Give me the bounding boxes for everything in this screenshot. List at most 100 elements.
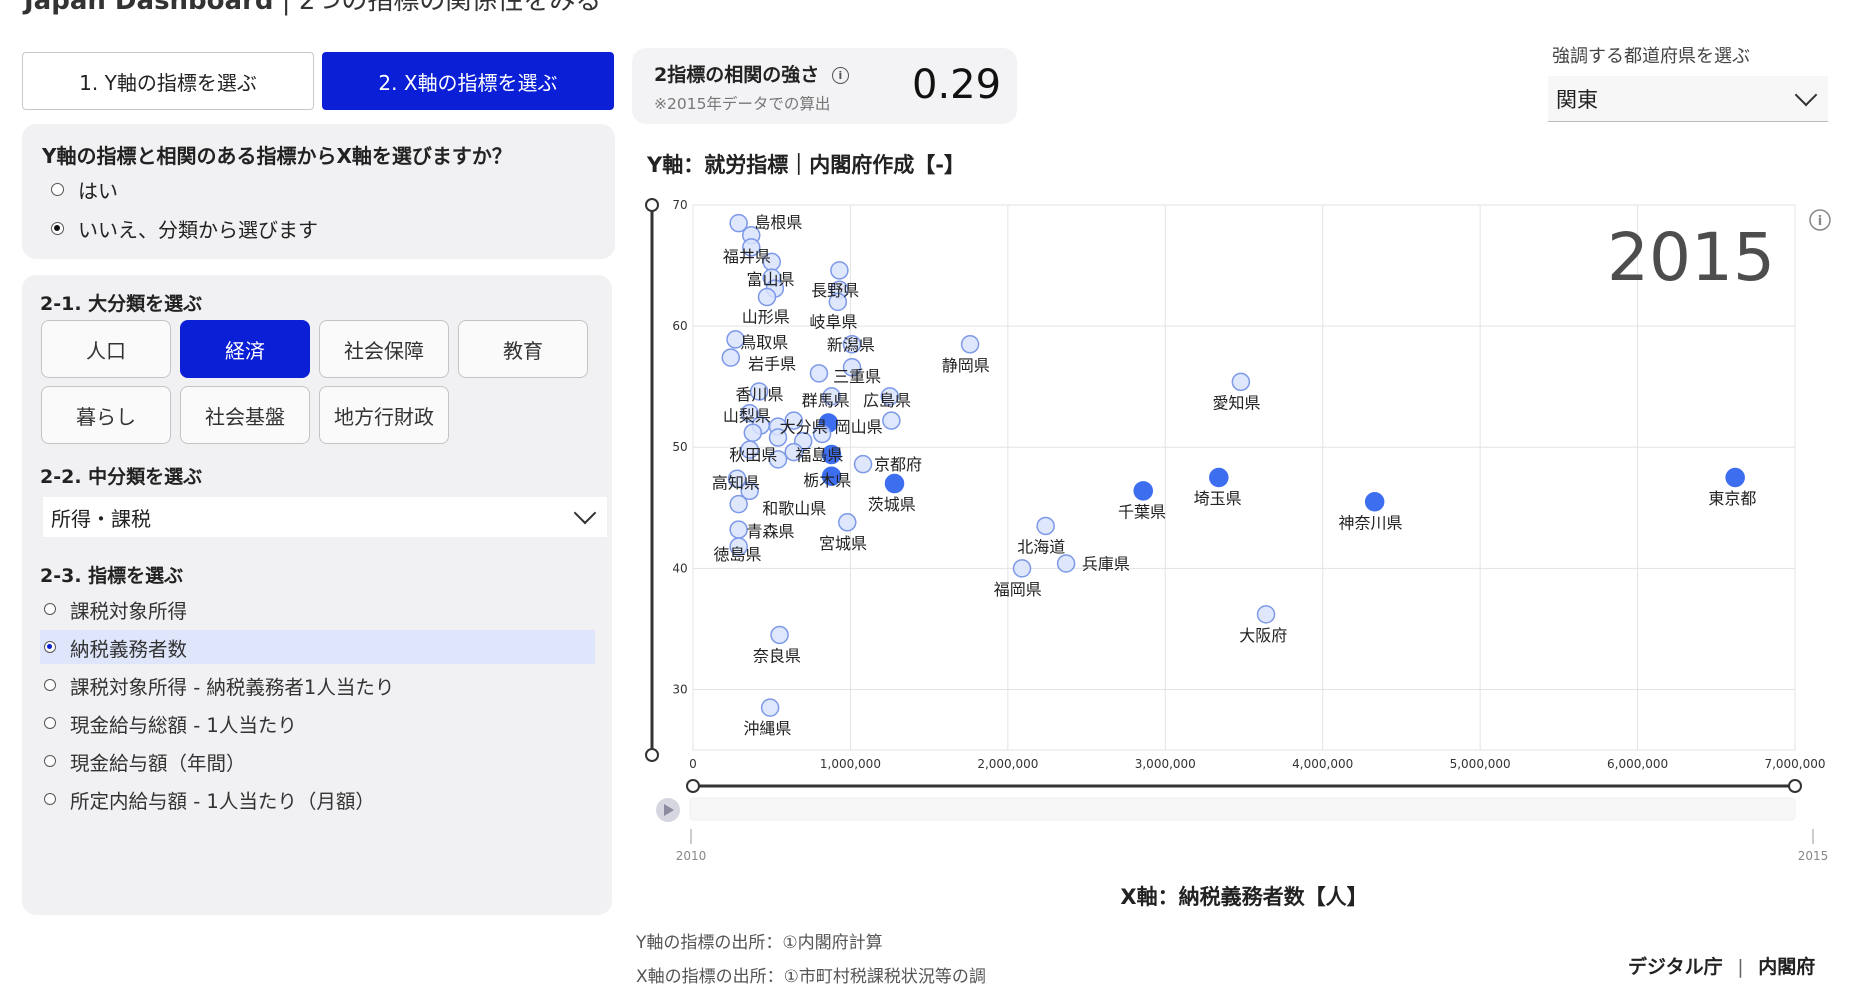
- x-tick-label: 5,000,000: [1450, 757, 1511, 771]
- category-button-education[interactable]: 教育: [458, 320, 588, 378]
- year-watermark: 2015: [1607, 219, 1775, 296]
- data-point: [751, 416, 770, 435]
- radio-no-indicator[interactable]: [51, 222, 64, 235]
- data-point: [1364, 491, 1385, 512]
- point-label: 長野県: [811, 281, 859, 300]
- data-point: [740, 404, 759, 423]
- radio-icon[interactable]: [44, 755, 56, 767]
- data-point: [768, 450, 788, 469]
- point-label: 鳥取県: [740, 333, 788, 352]
- y-tick-label: 50: [672, 440, 687, 454]
- point-label: 愛知県: [1213, 393, 1261, 412]
- radio-icon[interactable]: [44, 717, 56, 729]
- data-point: [853, 454, 873, 474]
- data-point: [784, 411, 804, 430]
- data-point: [760, 698, 780, 717]
- radio-no-label: いいえ、分類から選びます: [78, 218, 318, 242]
- data-point: [729, 537, 748, 556]
- radio-icon[interactable]: [44, 641, 56, 653]
- x-tick-label: 0: [689, 757, 697, 771]
- x-range-handle-right: [1788, 779, 1802, 793]
- radio-yes-indicator[interactable]: [51, 183, 64, 196]
- point-label: 神奈川県: [1338, 513, 1402, 532]
- data-point: [960, 335, 980, 354]
- credits: デジタル庁 | 内閣府: [1628, 952, 1815, 979]
- highlight-value: 関東: [1556, 87, 1598, 112]
- y-axis-title: Y軸：就労指標｜内閣府作成【-】: [646, 153, 965, 177]
- point-label: 大阪府: [1239, 626, 1287, 645]
- y-tick-label: 70: [672, 198, 687, 212]
- point-label: 茨城県: [868, 495, 916, 514]
- point-label: 秋田県: [729, 445, 777, 464]
- point-label: 福島県: [795, 445, 843, 464]
- correlation-card: 2指標の相関の強さ i ※2015年データでの算出 0.29: [632, 48, 1017, 124]
- page-header: Japan Dashboard | 2つの指標の関係性をみる: [24, 0, 601, 17]
- indicator-option-income-per-taxpayer[interactable]: 課税対象所得 - 納税義務者1人当たり: [40, 668, 595, 702]
- indicator-option-annual-salary[interactable]: 現金給与額（年間）: [40, 744, 595, 778]
- correlation-note: ※2015年データでの算出: [654, 95, 831, 113]
- data-point: [821, 466, 842, 487]
- middle-category-select[interactable]: 所得・課税: [43, 497, 607, 537]
- data-point: [1056, 554, 1076, 573]
- data-point: [765, 279, 785, 298]
- point-label: 山梨県: [723, 407, 771, 426]
- x-range-handle-left: [686, 779, 700, 793]
- y-range-handle-top: [645, 198, 659, 212]
- indicator-option-monthly-salary[interactable]: 所定内給与額 - 1人当たり（月額）: [40, 782, 595, 816]
- data-point: [768, 428, 788, 447]
- radio-icon[interactable]: [44, 679, 56, 691]
- highlight-select[interactable]: 関東: [1548, 76, 1828, 122]
- y-tick-label: 40: [672, 561, 687, 575]
- category-button-economy[interactable]: 経済: [180, 320, 310, 378]
- data-point: [741, 226, 761, 245]
- credit-separator: |: [1737, 956, 1744, 978]
- radio-no[interactable]: いいえ、分類から選びます: [51, 214, 318, 243]
- category-button-infrastructure[interactable]: 社会基盤: [180, 386, 310, 444]
- point-label: 千葉県: [1118, 502, 1166, 521]
- point-label: 福岡県: [994, 580, 1042, 599]
- point-label: 沖縄県: [743, 719, 791, 738]
- y-range-handle-bottom: [645, 748, 659, 762]
- correlation-title-row: 2指標の相関の強さ i: [654, 60, 849, 87]
- point-label: 兵庫県: [1082, 554, 1130, 573]
- data-point: [822, 387, 841, 406]
- timeline-track: [689, 797, 1796, 821]
- y-source-text: Y軸の指標の出所：①内閣府計算: [636, 933, 883, 953]
- data-point: [1036, 516, 1055, 536]
- point-label: 岐阜県: [809, 312, 857, 331]
- indicator-option-taxpayers[interactable]: 納税義務者数: [40, 630, 595, 664]
- indicator-option-total-salary[interactable]: 現金給与総額 - 1人当たり: [40, 706, 595, 740]
- x-tick-label: 3,000,000: [1135, 757, 1196, 771]
- info-icon: [1809, 209, 1831, 231]
- category-button-social-security[interactable]: 社会保障: [319, 320, 449, 378]
- point-label: 三重県: [833, 367, 881, 386]
- category-button-population[interactable]: 人口: [41, 320, 171, 378]
- point-label: 京都府: [874, 455, 922, 474]
- point-label: 広島県: [863, 391, 911, 410]
- point-label: 山形県: [742, 307, 790, 326]
- data-point: [1256, 605, 1276, 624]
- info-icon[interactable]: i: [831, 67, 849, 84]
- credit-digital-agency: デジタル庁: [1628, 956, 1723, 978]
- category-button-local-finance[interactable]: 地方行財政: [319, 386, 449, 444]
- data-point: [830, 261, 849, 280]
- radio-icon[interactable]: [44, 793, 56, 805]
- app-title: Japan Dashboard: [24, 0, 274, 16]
- page-subtitle: 2つの指標の関係性をみる: [298, 0, 602, 16]
- radio-icon[interactable]: [44, 603, 56, 615]
- indicator-option-label: 所定内給与額 - 1人当たり（月額）: [70, 789, 375, 813]
- point-label: 静岡県: [942, 356, 990, 375]
- step-tab-y-axis[interactable]: 1. Y軸の指標を選ぶ: [22, 52, 314, 110]
- data-point: [726, 330, 745, 349]
- indicator-option-taxable-income[interactable]: 課税対象所得: [40, 592, 595, 626]
- data-point: [743, 423, 763, 442]
- radio-yes[interactable]: はい: [51, 175, 118, 204]
- point-label: 宮城県: [819, 534, 867, 553]
- category-button-living[interactable]: 暮らし: [41, 386, 171, 444]
- step-tab-x-axis[interactable]: 2. X軸の指標を選ぶ: [322, 52, 614, 110]
- data-point: [1231, 372, 1251, 392]
- data-point: [821, 444, 842, 465]
- data-point: [749, 382, 769, 401]
- point-label: 大分県: [780, 418, 828, 437]
- point-label: 富山県: [747, 270, 795, 289]
